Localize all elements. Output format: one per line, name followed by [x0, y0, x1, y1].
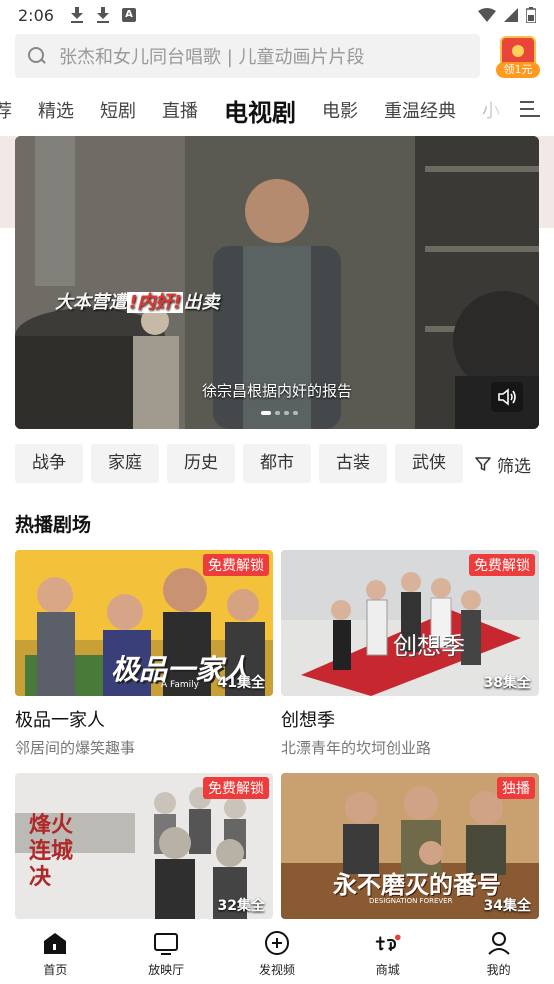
category-tabs: 荐 精选 短剧 直播 电视剧 电影 重温经典 小 — [0, 88, 554, 132]
episode-count: 38集全 — [483, 675, 531, 691]
hero-caption: 徐宗昌根据内奸的报告 — [201, 382, 352, 400]
poster-title: 烽火连城决 — [29, 813, 74, 890]
add-circle-icon — [264, 930, 289, 955]
tabs-menu-icon[interactable] — [520, 98, 540, 120]
nav-label: 发视频 — [258, 962, 295, 977]
nav-label: 首页 — [43, 962, 68, 977]
mall-logo-icon — [375, 934, 401, 951]
drama-card[interactable]: 创想季 免费解锁 38集全 创想季 北漂青年的坎坷创业路 — [281, 550, 539, 758]
poster-subtitle: DESIGNATION FOREVER — [369, 897, 453, 905]
poster-subtitle: A Family — [161, 680, 199, 690]
nav-post-video[interactable]: 发视频 — [232, 929, 322, 978]
download-icon — [96, 7, 110, 23]
carousel-dot — [261, 411, 271, 415]
carousel-indicator — [261, 411, 298, 415]
nav-profile[interactable]: 我的 — [454, 929, 544, 978]
bottom-nav: 首页 放映厅 发视频 商城 我的 — [0, 922, 554, 984]
reward-label: 领1元 — [496, 62, 540, 78]
tab-movies[interactable]: 电影 — [322, 97, 358, 123]
tab-classics[interactable]: 重温经典 — [384, 97, 456, 123]
search-input[interactable]: 张杰和女儿同台唱歌 | 儿童动画片片段 — [15, 34, 480, 78]
tab-short-drama[interactable]: 短剧 — [100, 97, 136, 123]
nav-label: 放映厅 — [148, 962, 185, 977]
filter-label: 筛选 — [497, 456, 531, 477]
drama-subtitle: 北漂青年的坎坷创业路 — [281, 739, 432, 757]
hero-overlay-highlight: !内奸! — [127, 292, 184, 313]
status-bar: 2:06 A — [0, 0, 554, 30]
drama-poster: 创想季 免费解锁 38集全 — [281, 550, 539, 696]
carousel-dot — [275, 411, 280, 415]
volume-button[interactable] — [491, 382, 523, 412]
drama-poster: 永不磨灭的番号 DESIGNATION FOREVER 独播 34集全 — [281, 773, 539, 919]
exclusive-badge: 独播 — [497, 777, 535, 799]
nav-home[interactable]: 首页 — [10, 929, 100, 978]
free-unlock-badge: 免费解锁 — [203, 777, 269, 799]
episode-count: 32集全 — [217, 898, 265, 914]
signal-icon — [504, 8, 518, 22]
drama-poster: 烽火连城决 免费解锁 32集全 — [15, 773, 273, 919]
drama-title: 极品一家人 — [15, 710, 105, 731]
a-badge-icon: A — [121, 8, 136, 22]
genre-chip-war[interactable]: 战争 — [15, 444, 83, 483]
genre-chips: 战争 家庭 历史 都市 古装 武侠 筛选 — [15, 444, 554, 484]
profile-icon — [487, 931, 510, 955]
hero-overlay-title: 大本营遭 !内奸! 出卖 — [55, 288, 219, 314]
drama-card[interactable]: 极品一家人 A Family 免费解锁 41集全 极品一家人 邻居间的爆笑趣事 — [15, 550, 273, 758]
section-title: 热播剧场 — [15, 514, 92, 536]
tab-recommend[interactable]: 荐 — [0, 97, 12, 123]
genre-chip-wuxia[interactable]: 武侠 — [395, 444, 463, 483]
poster-title: 永不磨灭的番号 — [333, 871, 501, 899]
nav-label: 我的 — [486, 962, 511, 977]
drama-title: 创想季 — [281, 710, 335, 731]
battery-icon — [526, 7, 536, 23]
hero-overlay-post: 出卖 — [183, 292, 220, 313]
search-icon — [27, 46, 47, 66]
genre-chip-family[interactable]: 家庭 — [91, 444, 159, 483]
filter-icon — [475, 457, 491, 471]
nav-mall[interactable]: 商城 — [343, 929, 433, 978]
carousel-dot — [293, 411, 298, 415]
wifi-icon — [478, 8, 496, 22]
drama-subtitle: 邻居间的爆笑趣事 — [15, 739, 136, 757]
filter-button[interactable]: 筛选 — [475, 444, 531, 484]
home-icon — [44, 932, 67, 954]
free-unlock-badge: 免费解锁 — [469, 554, 535, 576]
nav-label: 商城 — [375, 962, 400, 977]
genre-chip-urban[interactable]: 都市 — [243, 444, 311, 483]
speaker-icon — [498, 388, 516, 406]
reward-button[interactable]: 领1元 — [496, 34, 540, 80]
status-time: 2:06 — [18, 5, 54, 25]
search-placeholder: 张杰和女儿同台唱歌 | 儿童动画片片段 — [59, 47, 365, 68]
free-unlock-badge: 免费解锁 — [203, 554, 269, 576]
genre-chip-history[interactable]: 历史 — [167, 444, 235, 483]
drama-card[interactable]: 烽火连城决 免费解锁 32集全 — [15, 773, 273, 919]
nav-theater[interactable]: 放映厅 — [121, 929, 211, 978]
episode-count: 34集全 — [483, 898, 531, 914]
genre-chip-costume[interactable]: 古装 — [319, 444, 387, 483]
hero-overlay-pre: 大本营遭 — [55, 292, 127, 313]
drama-card[interactable]: 永不磨灭的番号 DESIGNATION FOREVER 独播 34集全 — [281, 773, 539, 919]
poster-title: 创想季 — [393, 632, 465, 660]
tv-icon — [154, 932, 179, 955]
tabs-fade — [484, 88, 554, 132]
episode-count: 41集全 — [217, 675, 265, 691]
download-icon — [70, 7, 84, 23]
drama-poster: 极品一家人 A Family 免费解锁 41集全 — [15, 550, 273, 696]
carousel-dot — [284, 411, 289, 415]
search-row: 张杰和女儿同台唱歌 | 儿童动画片片段 领1元 — [15, 34, 540, 80]
tab-featured[interactable]: 精选 — [38, 97, 74, 123]
tab-live[interactable]: 直播 — [162, 97, 198, 123]
hero-banner[interactable]: 大本营遭 !内奸! 出卖 徐宗昌根据内奸的报告 — [15, 136, 539, 429]
tab-tv-series[interactable]: 电视剧 — [224, 93, 296, 128]
